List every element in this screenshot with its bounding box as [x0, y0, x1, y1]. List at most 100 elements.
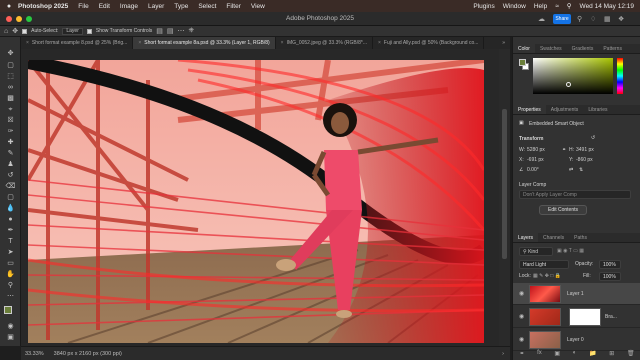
zoom-level[interactable]: 33.33% — [25, 351, 44, 357]
search-icon[interactable]: ⚲ — [577, 15, 582, 23]
eye-icon[interactable]: ◉ — [519, 336, 524, 343]
color-picker-field[interactable] — [533, 58, 613, 94]
add-mask-icon[interactable]: ▣ — [554, 350, 560, 360]
crop-tool-icon[interactable]: ⌖ — [5, 105, 16, 114]
menu-clock[interactable]: Wed 14 May 12:19 — [580, 3, 634, 10]
flip-vertical-icon[interactable]: ⇅ — [579, 167, 583, 173]
more-options-icon[interactable]: ⋯ — [178, 27, 185, 35]
brush-tool-icon[interactable]: ✎ — [5, 149, 16, 158]
link-layers-icon[interactable]: ⚭ — [519, 350, 524, 360]
doc-tab-1[interactable]: × Short format example 8.psd @ 25% (Brig.… — [21, 37, 134, 49]
align-icon[interactable]: ▤ — [156, 27, 163, 35]
path-select-tool-icon[interactable]: ➤ — [5, 248, 16, 257]
height-field[interactable]: 3491 px — [576, 147, 594, 153]
pen-tool-icon[interactable]: ✒ — [5, 226, 16, 235]
flip-horizontal-icon[interactable]: ⇄ — [569, 167, 573, 173]
foreground-color-swatch[interactable] — [519, 59, 526, 66]
tab-channels[interactable]: Channels — [538, 233, 569, 242]
tab-gradients[interactable]: Gradients — [567, 44, 599, 53]
link-dimensions-icon[interactable]: ⚭ — [562, 147, 566, 153]
y-field[interactable]: -860 px — [576, 157, 593, 163]
layer-name[interactable]: Bra... — [605, 314, 617, 320]
object-select-tool-icon[interactable]: ▩ — [5, 94, 16, 103]
edit-contents-button[interactable]: Edit Contents — [539, 205, 587, 215]
menu-type[interactable]: Type — [174, 3, 188, 10]
menu-image[interactable]: Image — [120, 3, 138, 10]
canvas-area[interactable] — [21, 49, 499, 346]
angle-field[interactable]: 0.00° — [527, 167, 539, 173]
color-picker-handle[interactable] — [566, 82, 571, 87]
new-group-icon[interactable]: 📁 — [589, 350, 596, 360]
tab-adjustments[interactable]: Adjustments — [546, 105, 584, 114]
artboard-tool-icon[interactable]: ▢ — [5, 61, 16, 70]
close-icon[interactable]: × — [378, 40, 381, 46]
foreground-color-swatch[interactable] — [4, 306, 12, 314]
delete-layer-icon[interactable]: 🗑 — [627, 350, 635, 360]
lock-icons[interactable]: ▦ ✎ ✥ □ 🔒 — [533, 273, 561, 279]
menu-window[interactable]: Window — [503, 3, 526, 10]
vertical-scrollbar[interactable] — [499, 49, 510, 346]
status-arrow-icon[interactable]: › — [502, 351, 504, 357]
reset-transform-icon[interactable]: ↺ — [591, 135, 595, 141]
eyedropper-tool-icon[interactable]: ✑ — [5, 127, 16, 136]
distribute-icon[interactable]: ▤ — [167, 27, 174, 35]
tab-properties[interactable]: Properties — [513, 105, 546, 114]
blur-tool-icon[interactable]: 💧 — [5, 204, 16, 213]
clone-stamp-icon[interactable]: ♟ — [5, 160, 16, 169]
width-field[interactable]: 5280 px — [527, 147, 545, 153]
menu-plugins[interactable]: Plugins — [473, 3, 494, 10]
doc-tab-4[interactable]: × Fuji and Ally.psd @ 50% (Background co.… — [373, 37, 485, 49]
close-icon[interactable]: × — [26, 40, 29, 46]
close-icon[interactable]: × — [281, 40, 284, 46]
more-tools-icon[interactable]: ⋯ — [5, 292, 16, 301]
tabs-overflow-icon[interactable]: » — [497, 37, 510, 49]
eye-icon[interactable]: ◉ — [519, 313, 524, 320]
quick-mask-icon[interactable]: ◉ — [5, 322, 16, 331]
menu-view[interactable]: View — [251, 3, 265, 10]
x-field[interactable]: -691 px — [527, 157, 544, 163]
menu-edit[interactable]: Edit — [99, 3, 110, 10]
menu-file[interactable]: File — [78, 3, 88, 10]
new-layer-icon[interactable]: ⊞ — [609, 350, 614, 360]
layer-thumbnail[interactable] — [529, 331, 561, 349]
menu-layer[interactable]: Layer — [148, 3, 164, 10]
hand-tool-icon[interactable]: ✋ — [5, 270, 16, 279]
layer-thumbnail[interactable] — [529, 308, 561, 326]
tab-paths[interactable]: Paths — [569, 233, 592, 242]
layer-row[interactable]: ◉ Bra... — [513, 306, 640, 328]
doc-tab-2[interactable]: × Short format example 8a.psd @ 33.3% (La… — [133, 37, 276, 49]
auto-select-checkbox[interactable] — [22, 28, 28, 34]
wifi-icon[interactable]: ≈ — [555, 3, 559, 10]
shape-tool-icon[interactable]: ▭ — [5, 259, 16, 268]
layer-mask-thumbnail[interactable] — [569, 308, 601, 326]
layer-row[interactable]: ◉ Layer 0 — [513, 329, 640, 351]
gradient-tool-icon[interactable]: ▢ — [5, 193, 16, 202]
layer-filter-dropdown[interactable]: ⚲ Kind — [519, 247, 553, 256]
layer-name[interactable]: Layer 0 — [567, 337, 584, 343]
layer-row[interactable]: ◉ Layer 1 — [513, 283, 640, 305]
auto-select-dropdown[interactable]: Layer — [62, 27, 83, 35]
opacity-field[interactable]: 100% — [599, 260, 621, 269]
close-icon[interactable]: × — [138, 40, 141, 46]
menu-select[interactable]: Select — [198, 3, 216, 10]
hue-slider[interactable] — [617, 58, 623, 94]
move-tool-icon[interactable]: ✥ — [5, 49, 16, 58]
home-icon[interactable]: ⌂ — [4, 28, 8, 35]
screen-mode-icon[interactable]: ▣ — [5, 333, 16, 342]
menu-help[interactable]: Help — [534, 3, 547, 10]
apple-icon[interactable]: ● — [0, 3, 18, 10]
layer-comp-dropdown[interactable]: Don't Apply Layer Comp — [519, 190, 631, 199]
blend-mode-dropdown[interactable]: Hard Light — [519, 260, 569, 269]
adjustment-layer-icon[interactable]: ◐ — [573, 350, 577, 360]
doc-tab-3[interactable]: × IMG_0052.jpeg @ 33.3% (RGB/8*... — [276, 37, 373, 49]
workspace-icon[interactable]: ▦ — [604, 15, 611, 23]
menu-filter[interactable]: Filter — [226, 3, 240, 10]
help-icon[interactable]: ❖ — [618, 15, 624, 23]
cloud-icon[interactable]: ☁ — [538, 15, 545, 23]
lasso-tool-icon[interactable]: ∞ — [5, 83, 16, 92]
learn-icon[interactable]: ♢ — [590, 15, 596, 23]
frame-tool-icon[interactable]: ☒ — [5, 116, 16, 125]
zoom-tool-icon[interactable]: ⚲ — [5, 281, 16, 290]
marquee-tool-icon[interactable]: ⬚ — [5, 72, 16, 81]
scrollbar-thumb[interactable] — [502, 109, 507, 259]
